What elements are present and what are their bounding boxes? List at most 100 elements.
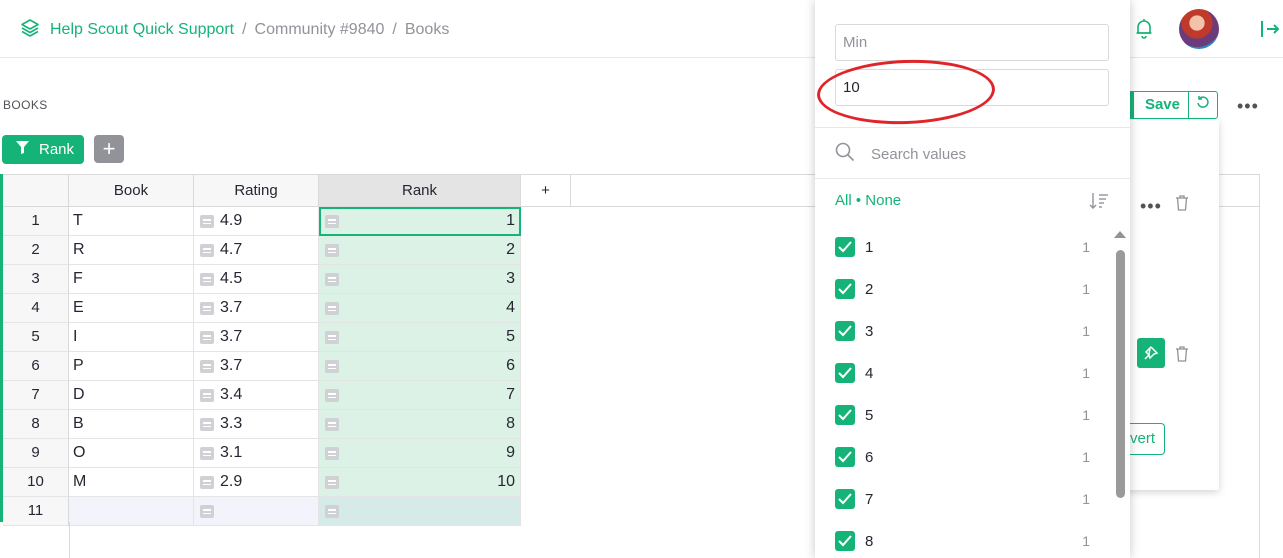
cell-rank[interactable]: 8 — [319, 410, 521, 439]
cell-book[interactable]: I — [69, 323, 194, 352]
min-input[interactable] — [835, 24, 1109, 61]
checkbox-checked[interactable] — [835, 363, 855, 383]
cell-book[interactable]: M — [69, 468, 194, 497]
cell-rating[interactable]: 4.9 — [194, 207, 319, 236]
filter-value-item[interactable]: 41 — [835, 363, 1095, 385]
cell-rating[interactable]: 3.7 — [194, 323, 319, 352]
cell-rank[interactable]: 10 — [319, 468, 521, 497]
scroll-up-arrow[interactable] — [1114, 231, 1126, 238]
row-number[interactable]: 11 — [3, 497, 69, 526]
filter-value-item[interactable]: 81 — [835, 531, 1095, 553]
filter-value-item[interactable]: 61 — [835, 447, 1095, 469]
checkbox-checked[interactable] — [835, 321, 855, 341]
cell-book[interactable]: T — [69, 207, 194, 236]
row-number[interactable]: 4 — [3, 294, 69, 323]
cell-rank[interactable] — [319, 497, 521, 526]
cell-rating[interactable]: 3.7 — [194, 352, 319, 381]
column-header-rating[interactable]: Rating — [194, 175, 319, 207]
filter-value-label: 3 — [865, 323, 874, 340]
cell-rank[interactable]: 7 — [319, 381, 521, 410]
cell-rating[interactable]: 3.4 — [194, 381, 319, 410]
row-number[interactable]: 10 — [3, 468, 69, 497]
row-number[interactable]: 7 — [3, 381, 69, 410]
row-number[interactable]: 2 — [3, 236, 69, 265]
revert-icon — [1196, 96, 1210, 113]
cell-rank[interactable]: 5 — [319, 323, 521, 352]
equals-icon — [200, 302, 214, 315]
checkbox-checked[interactable] — [835, 489, 855, 509]
save-button[interactable]: Save — [1126, 91, 1188, 119]
cell-book[interactable]: F — [69, 265, 194, 294]
select-none-link[interactable]: None — [865, 192, 901, 209]
cell-rating[interactable]: 4.5 — [194, 265, 319, 294]
filter-value-item[interactable]: 11 — [835, 237, 1095, 259]
cell-book[interactable]: E — [69, 294, 194, 323]
row-number[interactable]: 3 — [3, 265, 69, 294]
cell-book[interactable] — [69, 497, 194, 526]
pin-button[interactable] — [1137, 338, 1165, 368]
trash-icon[interactable] — [1175, 195, 1189, 216]
sort-values-icon[interactable] — [1089, 192, 1109, 215]
cell-rating[interactable] — [194, 497, 319, 526]
grid-corner[interactable] — [3, 175, 69, 207]
checkbox-checked[interactable] — [835, 531, 855, 551]
cell-rank-text: 1 — [506, 212, 515, 229]
cell-rank[interactable]: 2 — [319, 236, 521, 265]
breadcrumb-home-link[interactable]: Help Scout Quick Support — [50, 21, 234, 39]
cell-book[interactable]: D — [69, 381, 194, 410]
revert-icon-button[interactable] — [1188, 91, 1218, 119]
filter-value-label: 1 — [865, 239, 874, 256]
trash-icon[interactable] — [1175, 346, 1189, 367]
cell-rating[interactable]: 3.3 — [194, 410, 319, 439]
add-column-button[interactable]: + — [521, 175, 571, 207]
scrollbar-thumb[interactable] — [1116, 250, 1125, 498]
row-number[interactable]: 6 — [3, 352, 69, 381]
breadcrumb-separator: / — [392, 21, 397, 38]
checkbox-checked[interactable] — [835, 405, 855, 425]
add-filter-button[interactable]: + — [94, 135, 124, 163]
more-options-icon[interactable]: ••• — [1237, 96, 1259, 117]
row-number[interactable]: 5 — [3, 323, 69, 352]
cell-book[interactable]: P — [69, 352, 194, 381]
more-options-icon[interactable]: ••• — [1140, 196, 1162, 217]
row-number[interactable]: 8 — [3, 410, 69, 439]
notification-bell-icon[interactable] — [1133, 17, 1155, 44]
equals-icon — [325, 331, 339, 344]
cell-rating[interactable]: 4.7 — [194, 236, 319, 265]
rank-filter-button[interactable]: Rank — [2, 135, 84, 164]
filter-value-item[interactable]: 71 — [835, 489, 1095, 511]
equals-icon — [325, 360, 339, 373]
row-number-text: 5 — [31, 328, 40, 345]
checkbox-checked[interactable] — [835, 447, 855, 467]
cell-book-text: T — [73, 212, 83, 229]
search-values-input[interactable] — [869, 145, 1093, 164]
layers-icon[interactable] — [20, 18, 40, 43]
cell-rating[interactable]: 2.9 — [194, 468, 319, 497]
user-avatar[interactable] — [1179, 9, 1219, 49]
cell-rank[interactable]: 4 — [319, 294, 521, 323]
row-number[interactable]: 9 — [3, 439, 69, 468]
cell-rank[interactable]: 3 — [319, 265, 521, 294]
filter-value-item[interactable]: 21 — [835, 279, 1095, 301]
equals-icon — [200, 447, 214, 460]
breadcrumb-doc-link[interactable]: Community #9840 — [255, 21, 385, 39]
column-header-rank[interactable]: Rank — [319, 175, 521, 207]
cell-rank[interactable]: 1 — [319, 207, 521, 236]
cell-book[interactable]: O — [69, 439, 194, 468]
checkbox-checked[interactable] — [835, 279, 855, 299]
cell-rank[interactable]: 9 — [319, 439, 521, 468]
select-all-link[interactable]: All — [835, 192, 852, 209]
search-icon — [835, 142, 855, 167]
cell-book[interactable]: B — [69, 410, 194, 439]
filter-value-item[interactable]: 51 — [835, 405, 1095, 427]
column-header-book[interactable]: Book — [69, 175, 194, 207]
cell-rating[interactable]: 3.7 — [194, 294, 319, 323]
cell-book[interactable]: R — [69, 236, 194, 265]
row-number[interactable]: 1 — [3, 207, 69, 236]
checkbox-checked[interactable] — [835, 237, 855, 257]
filter-value-item[interactable]: 31 — [835, 321, 1095, 343]
cell-rank-text: 3 — [506, 270, 515, 287]
cell-rank[interactable]: 6 — [319, 352, 521, 381]
cell-rating[interactable]: 3.1 — [194, 439, 319, 468]
logout-icon[interactable] — [1258, 18, 1280, 45]
